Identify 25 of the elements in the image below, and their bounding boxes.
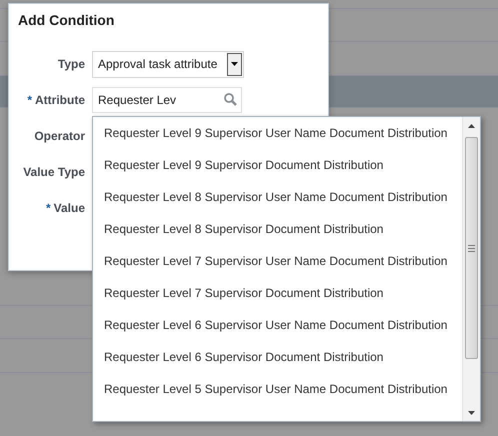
scrollbar[interactable] — [462, 117, 480, 421]
dialog-title: Add Condition — [18, 12, 114, 28]
type-select[interactable]: Approval task attribute — [92, 50, 244, 78]
suggestion-item[interactable]: Requester Level 9 Supervisor Document Distribution — [104, 158, 384, 172]
suggestion-item[interactable]: Requester Level 9 Supervisor User Name Document Distribution — [104, 126, 448, 140]
suggestion-item[interactable]: Requester Level 7 Supervisor User Name Document Distribution — [104, 254, 448, 268]
search-icon — [224, 93, 237, 106]
attribute-field[interactable]: Requester Lev — [92, 87, 242, 113]
field-label: Type — [58, 57, 85, 71]
suggestion-item[interactable]: Requester Level 6 Supervisor Document Distribution — [104, 350, 384, 364]
field-label: Attribute — [35, 93, 85, 107]
required-icon: * — [27, 93, 32, 107]
scroll-thumb[interactable] — [465, 137, 478, 359]
suggestion-item[interactable]: Requester Level 8 Supervisor Document Distribution — [104, 222, 384, 236]
field-label: Value — [54, 201, 85, 215]
grip-icon — [468, 244, 475, 252]
suggestion-item[interactable]: Requester Level 5 Supervisor User Name Document Distribution — [104, 382, 448, 396]
suggestion-item[interactable]: Requester Level 6 Supervisor User Name Document Distribution — [104, 318, 448, 332]
suggestion-item[interactable]: Requester Level 7 Supervisor Document Distribution — [104, 286, 384, 300]
field-label: Operator — [34, 129, 85, 143]
caret-icon — [231, 62, 238, 66]
required-icon: * — [46, 201, 51, 215]
suggestion-item[interactable]: Requester Level 8 Supervisor User Name Document Distribution — [104, 190, 448, 204]
dropdown-button[interactable] — [227, 52, 242, 76]
field-label: Value Type — [23, 165, 85, 179]
